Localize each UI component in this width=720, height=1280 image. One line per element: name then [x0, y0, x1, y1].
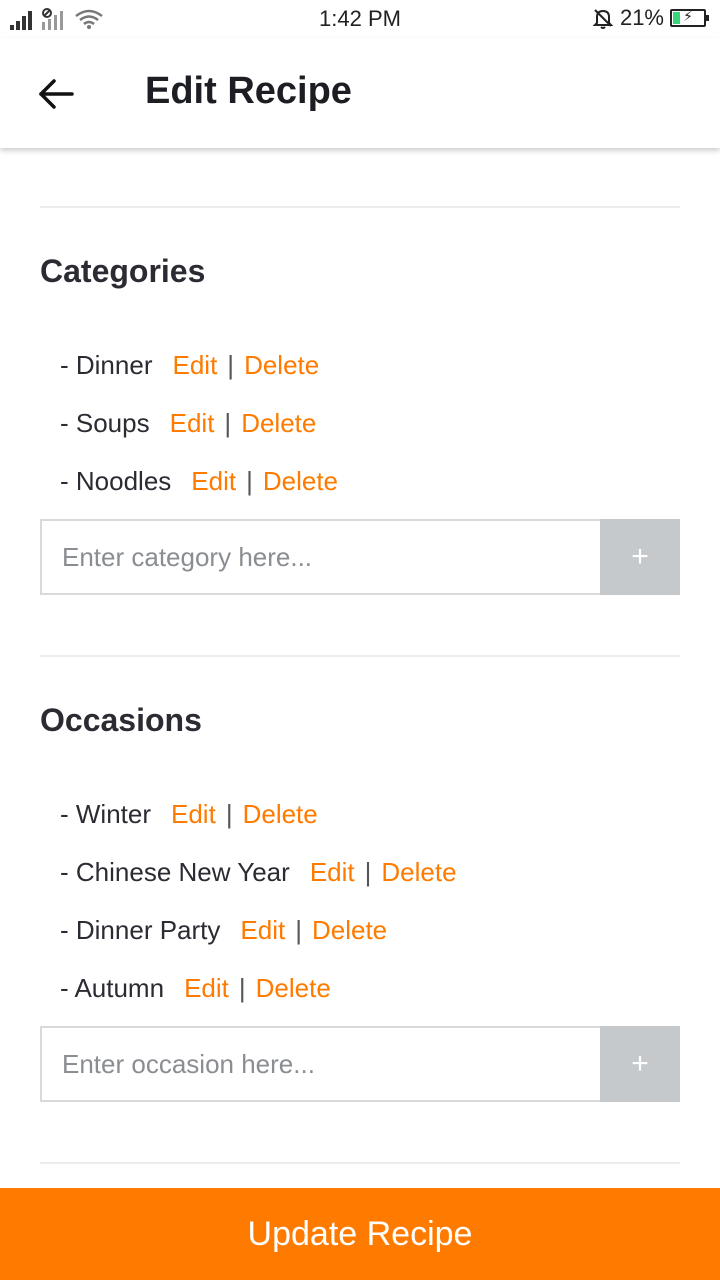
delete-link[interactable]: Delete	[381, 857, 456, 887]
update-recipe-button[interactable]: Update Recipe	[0, 1188, 720, 1280]
add-category-button[interactable]: +	[600, 519, 680, 595]
occasion-label: - Winter	[60, 799, 151, 829]
occasion-field: +	[40, 1026, 680, 1102]
delete-link[interactable]: Delete	[256, 973, 331, 1003]
edit-link[interactable]: Edit	[240, 915, 285, 945]
list-item: - Soups Edit | Delete	[60, 408, 316, 439]
page-title: Edit Recipe	[145, 70, 352, 112]
divider	[40, 655, 680, 657]
separator: |	[364, 857, 372, 887]
separator: |	[246, 466, 253, 496]
divider	[40, 206, 680, 208]
delete-link[interactable]: Delete	[244, 350, 319, 380]
battery-percent: 21%	[619, 5, 664, 30]
edit-link[interactable]: Edit	[170, 408, 215, 438]
delete-link[interactable]: Delete	[263, 466, 338, 496]
status-right: 21% ⚡	[592, 5, 709, 31]
category-label: - Noodles	[60, 466, 172, 496]
list-item: - Noodles Edit | Delete	[60, 466, 338, 497]
category-input[interactable]	[40, 519, 600, 595]
back-button[interactable]	[26, 64, 86, 124]
app-bar: Edit Recipe	[0, 38, 720, 148]
list-item: - Dinner Party Edit | Delete	[60, 915, 387, 946]
edit-link[interactable]: Edit	[310, 857, 355, 887]
occasion-input[interactable]	[40, 1026, 600, 1102]
occasion-label: - Chinese New Year	[60, 857, 290, 887]
list-item: - Chinese New Year Edit | Delete	[60, 857, 457, 888]
categories-title: Categories	[40, 253, 206, 289]
occasion-label: - Autumn	[60, 973, 165, 1003]
status-bar: 1:42 PM 21% ⚡	[0, 0, 720, 38]
delete-link[interactable]: Delete	[241, 408, 316, 438]
battery-icon: ⚡	[670, 8, 709, 27]
delete-link[interactable]: Delete	[243, 799, 318, 829]
edit-link[interactable]: Edit	[191, 466, 236, 496]
list-item: - Winter Edit | Delete	[60, 799, 318, 830]
occasions-title: Occasions	[40, 702, 202, 738]
arrow-left-icon	[39, 79, 74, 109]
category-field: +	[40, 519, 680, 595]
category-label: - Soups	[60, 408, 150, 438]
edit-link[interactable]: Edit	[184, 973, 229, 1003]
mute-icon	[592, 9, 614, 29]
edit-link[interactable]: Edit	[171, 799, 216, 829]
edit-link[interactable]: Edit	[172, 350, 217, 380]
list-item: - Dinner Edit | Delete	[60, 350, 319, 381]
separator: |	[227, 350, 235, 380]
separator: |	[224, 408, 232, 438]
occasion-label: - Dinner Party	[60, 915, 221, 945]
separator: |	[295, 915, 302, 945]
divider	[40, 1162, 680, 1164]
charging-bolt-icon: ⚡	[683, 8, 693, 24]
category-label: - Dinner	[60, 350, 153, 380]
delete-link[interactable]: Delete	[312, 915, 387, 945]
list-item: - Autumn Edit | Delete	[60, 973, 331, 1004]
add-occasion-button[interactable]: +	[600, 1026, 680, 1102]
separator: |	[225, 799, 233, 829]
separator: |	[238, 973, 246, 1003]
